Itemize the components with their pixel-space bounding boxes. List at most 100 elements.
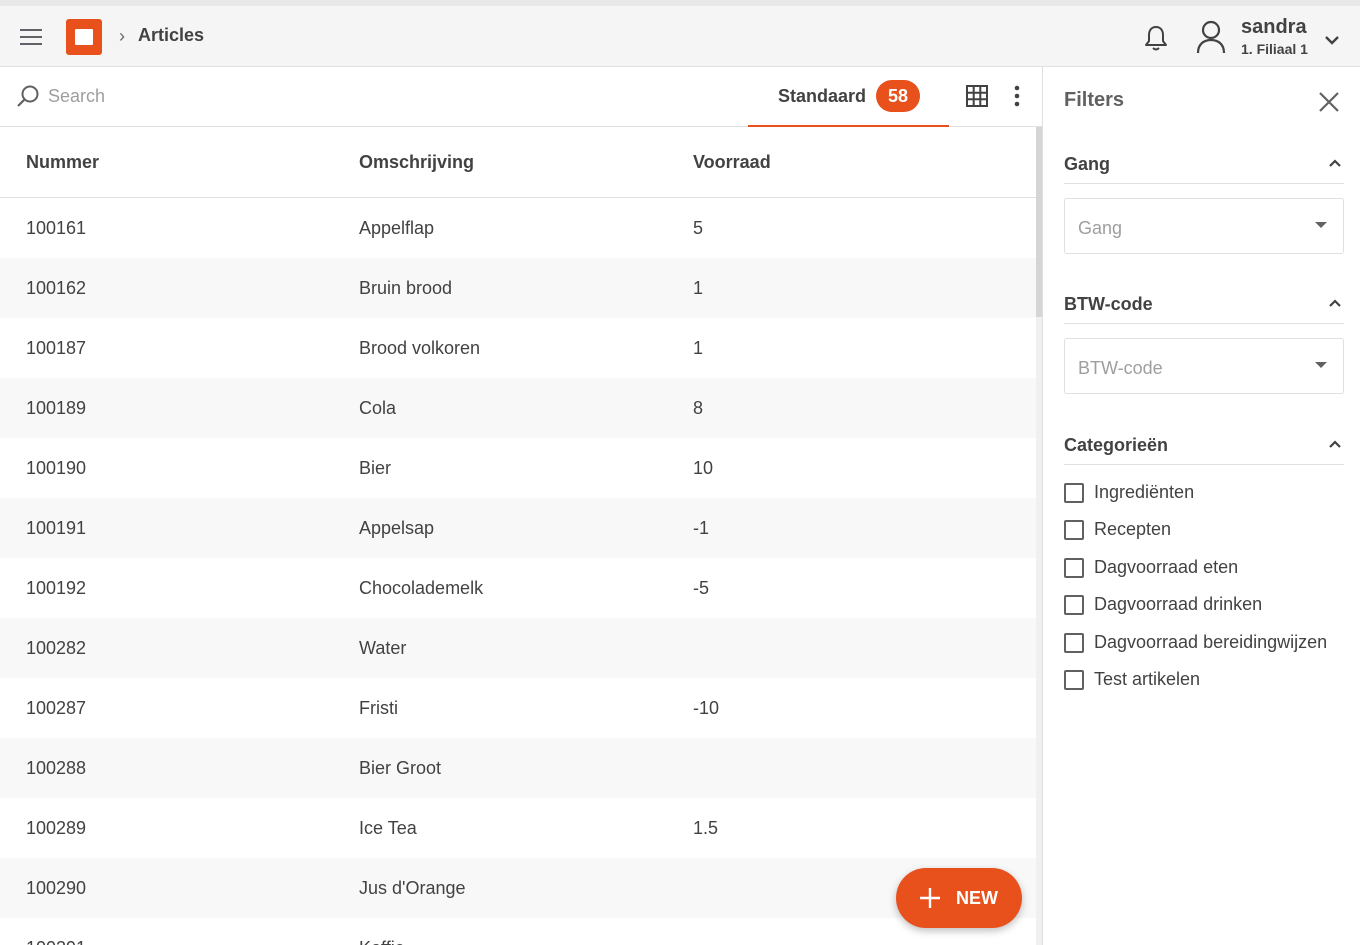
category-checkbox-dagvoorraad-eten[interactable]: Dagvoorraad eten	[1064, 556, 1344, 580]
user-branch: 1. Filiaal 1	[1241, 41, 1308, 57]
filter-section-btw[interactable]: BTW-code	[1064, 292, 1344, 324]
dropdown-arrow-icon	[1315, 362, 1327, 368]
cell-voorraad: -5	[693, 578, 710, 598]
filter-section-categories[interactable]: Categorieën	[1064, 433, 1344, 465]
table-row[interactable]: 100192 Chocolademelk -5	[0, 558, 1036, 618]
cell-voorraad: 8	[693, 398, 704, 418]
column-header-voorraad[interactable]: Voorraad	[693, 152, 771, 173]
cell-nummer: 100290	[26, 878, 87, 898]
gang-select[interactable]: Gang	[1064, 198, 1344, 254]
table-row[interactable]: 100162 Bruin brood 1	[0, 258, 1036, 318]
column-header-nummer[interactable]: Nummer	[26, 152, 99, 173]
cell-omschrijving: Water	[359, 638, 407, 658]
table-row[interactable]: 100287 Fristi -10	[0, 678, 1036, 738]
cell-omschrijving: Fristi	[359, 698, 398, 718]
count-badge: 58	[876, 80, 920, 112]
tab-standaard[interactable]: Standaard 58	[748, 67, 949, 127]
list-toolbar: Standaard 58	[0, 67, 1042, 127]
grid-icon[interactable]	[966, 85, 988, 107]
btw-select-placeholder: BTW-code	[1078, 358, 1163, 378]
category-checkbox-test-artikelen[interactable]: Test artikelen	[1064, 668, 1344, 692]
category-checkbox-dagvoorraad-drinken[interactable]: Dagvoorraad drinken	[1064, 593, 1344, 617]
cell-omschrijving: Chocolademelk	[359, 578, 484, 598]
new-button-label: NEW	[956, 888, 998, 908]
table-row[interactable]: 100191 Appelsap -1	[0, 498, 1036, 558]
cell-omschrijving: Koffie	[359, 938, 405, 945]
cell-nummer: 100161	[26, 218, 87, 238]
cell-voorraad: 10	[693, 458, 714, 478]
filter-section-title: BTW-code	[1064, 294, 1153, 314]
checkbox[interactable]	[1064, 670, 1084, 690]
logo-icon[interactable]	[66, 19, 102, 55]
table-row[interactable]: 100290 Jus d'Orange	[0, 858, 1036, 918]
plus-icon	[920, 888, 940, 908]
more-vert-icon[interactable]	[1008, 83, 1026, 109]
bell-icon[interactable]	[1143, 24, 1169, 52]
table-row[interactable]: 100189 Cola 8	[0, 378, 1036, 438]
new-button[interactable]: NEW	[896, 868, 1022, 928]
table-header: Nummer Omschrijving Voorraad	[0, 127, 1036, 198]
table-row[interactable]: 100161 Appelflap 5	[0, 198, 1036, 258]
checkbox-label: Dagvoorraad eten	[1094, 557, 1239, 577]
menu-icon[interactable]	[18, 26, 44, 48]
table-row[interactable]: 100288 Bier Groot	[0, 738, 1036, 798]
cell-voorraad: -1	[693, 518, 710, 538]
cell-nummer: 100289	[26, 818, 87, 838]
table-row[interactable]: 100289 Ice Tea 1.5	[0, 798, 1036, 858]
btw-select[interactable]: BTW-code	[1064, 338, 1344, 394]
close-icon[interactable]	[1318, 91, 1340, 113]
checkbox-label: Ingrediënten	[1094, 482, 1195, 502]
user-name: sandra	[1241, 16, 1307, 38]
chevron-up-icon	[1329, 159, 1341, 167]
cell-nummer: 100190	[26, 458, 87, 478]
search-icon	[17, 85, 39, 107]
filters-title: Filters	[1064, 89, 1125, 111]
breadcrumb[interactable]: Articles	[138, 25, 204, 46]
cell-voorraad: 1.5	[693, 818, 719, 838]
cell-nummer: 100162	[26, 278, 87, 298]
cell-voorraad: -10	[693, 698, 720, 718]
top-bar: › Articles sandra 1. Filiaal 1	[0, 0, 1360, 67]
table-row[interactable]: 100190 Bier 10	[0, 438, 1036, 498]
cell-nummer: 100288	[26, 758, 87, 778]
chevron-down-icon[interactable]	[1323, 34, 1341, 46]
checkbox-label: Test artikelen	[1094, 669, 1201, 689]
checkbox[interactable]	[1064, 520, 1084, 540]
cell-nummer: 100187	[26, 338, 87, 358]
cell-omschrijving: Jus d'Orange	[359, 878, 466, 898]
category-checkbox-dagvoorraad-bereidingwijzen[interactable]: Dagvoorraad bereidingwijzen	[1064, 631, 1344, 655]
filter-section-gang[interactable]: Gang	[1064, 152, 1344, 184]
cell-omschrijving: Bruin brood	[359, 278, 453, 298]
category-checkbox-ingredienten[interactable]: Ingrediënten	[1064, 481, 1344, 505]
filter-section-title: Categorieën	[1064, 435, 1169, 455]
table-row[interactable]: 100187 Brood volkoren 1	[0, 318, 1036, 378]
chevron-up-icon	[1329, 299, 1341, 307]
cell-nummer: 100192	[26, 578, 87, 598]
cell-nummer: 100287	[26, 698, 87, 718]
checkbox[interactable]	[1064, 595, 1084, 615]
column-header-omschrijving[interactable]: Omschrijving	[359, 152, 474, 173]
category-checkbox-recepten[interactable]: Recepten	[1064, 518, 1344, 542]
articles-table: Nummer Omschrijving Voorraad 100161 Appel…	[0, 127, 1036, 945]
filters-panel: Filters Gang Gang BTW-code BTW-code Cate…	[1042, 67, 1360, 945]
user-icon[interactable]	[1196, 20, 1226, 54]
tab-label: Standaard	[778, 86, 867, 106]
search-input[interactable]	[48, 82, 548, 110]
dropdown-arrow-icon	[1315, 222, 1327, 228]
cell-omschrijving: Bier Groot	[359, 758, 442, 778]
table-row[interactable]: 100291 Koffie	[0, 918, 1036, 945]
checkbox[interactable]	[1064, 558, 1084, 578]
cell-omschrijving: Ice Tea	[359, 818, 417, 838]
filter-section-title: Gang	[1064, 154, 1111, 174]
table-row[interactable]: 100282 Water	[0, 618, 1036, 678]
checkbox[interactable]	[1064, 633, 1084, 653]
checkbox[interactable]	[1064, 483, 1084, 503]
checkbox-label: Dagvoorraad drinken	[1094, 594, 1263, 614]
cell-nummer: 100291	[26, 938, 86, 945]
cell-nummer: 100282	[26, 638, 87, 658]
cell-nummer: 100189	[26, 398, 87, 418]
cell-voorraad: 1	[693, 338, 704, 358]
table-body: 100161 Appelflap 5 100162 Bruin brood 1 100187…	[0, 198, 1036, 945]
checkbox-label: Dagvoorraad bereidingwijzen	[1094, 632, 1328, 652]
chevron-up-icon	[1329, 440, 1341, 448]
